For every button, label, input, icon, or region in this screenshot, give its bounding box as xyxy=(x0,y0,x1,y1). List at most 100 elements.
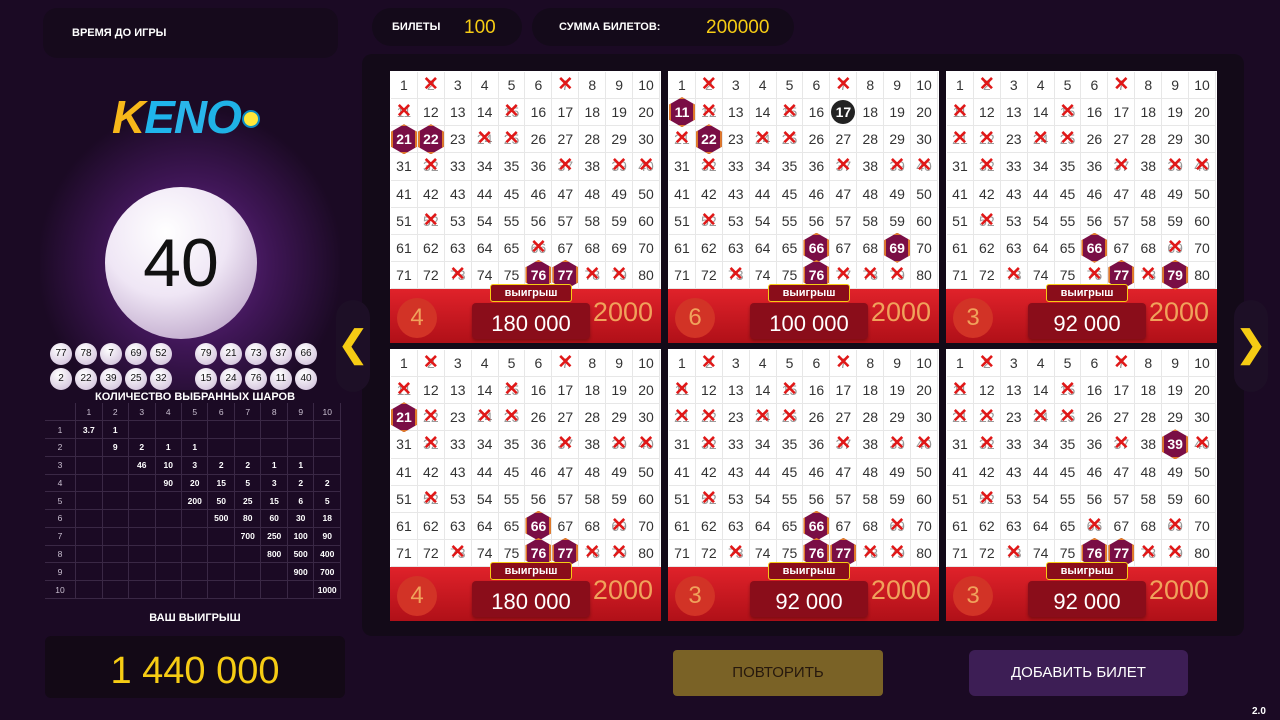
ticket-cell[interactable]: 48 xyxy=(857,458,885,486)
ticket-cell[interactable]: 18 xyxy=(1135,377,1163,405)
ticket-cell[interactable]: 16 xyxy=(1081,99,1109,127)
ticket-cell[interactable]: 70 xyxy=(911,234,938,262)
ticket-cell[interactable]: 60 xyxy=(633,485,660,513)
ticket-cell[interactable]: 26 xyxy=(803,404,831,432)
ticket-cell[interactable]: 6 xyxy=(803,72,831,100)
add-ticket-button[interactable]: ДОБАВИТЬ БИЛЕТ xyxy=(969,650,1188,696)
ticket-cell[interactable]: 71 xyxy=(391,539,418,567)
ticket-cell-crossed[interactable]: 40 xyxy=(633,430,660,459)
ticket-cell[interactable]: 30 xyxy=(1189,404,1216,432)
ticket-cell[interactable]: 53 xyxy=(1000,207,1028,235)
ticket-cell-crossed[interactable]: 40 xyxy=(1189,152,1216,181)
ticket-cell[interactable]: 19 xyxy=(884,377,912,405)
ticket-cell[interactable]: 59 xyxy=(884,207,912,235)
ticket-cell[interactable]: 72 xyxy=(417,261,445,289)
ticket-cell[interactable]: 54 xyxy=(471,485,499,513)
ticket-cell[interactable]: 30 xyxy=(1189,126,1216,154)
ticket-cell[interactable]: 51 xyxy=(947,207,974,235)
ticket-cell-crossed[interactable]: 73 xyxy=(1000,539,1028,567)
ticket-cell-crossed[interactable]: 24 xyxy=(471,125,499,154)
ticket-card[interactable]: 1234567891011121314151617181920212223242… xyxy=(390,71,661,343)
ticket-cell[interactable]: 23 xyxy=(722,126,750,154)
ticket-cell[interactable]: 68 xyxy=(579,234,607,262)
ticket-cell[interactable]: 48 xyxy=(1135,458,1163,486)
ticket-cell-crossed[interactable]: 32 xyxy=(973,430,1001,459)
ticket-cell[interactable]: 44 xyxy=(1027,180,1055,208)
ticket-cell[interactable]: 18 xyxy=(1135,99,1163,127)
ticket-cell-crossed[interactable]: 66 xyxy=(525,234,553,262)
ticket-cell-crossed[interactable]: 2 xyxy=(695,71,723,100)
ticket-cell[interactable]: 3 xyxy=(1000,350,1028,378)
ticket-cell[interactable]: 8 xyxy=(579,72,607,100)
ticket-cell-crossed[interactable]: 15 xyxy=(776,376,804,405)
ticket-cell[interactable]: 55 xyxy=(498,485,526,513)
ticket-cell[interactable]: 55 xyxy=(498,207,526,235)
ticket-cell[interactable]: 1 xyxy=(391,72,418,100)
ticket-cell[interactable]: 65 xyxy=(498,234,526,262)
ticket-cell[interactable]: 29 xyxy=(884,126,912,154)
ticket-cell[interactable]: 34 xyxy=(749,431,777,459)
ticket-cell[interactable]: 18 xyxy=(857,377,885,405)
ticket-cell[interactable]: 20 xyxy=(1189,99,1216,127)
ticket-cell-crossed[interactable]: 66 xyxy=(1081,512,1109,540)
ticket-cell[interactable]: 35 xyxy=(1054,431,1082,459)
ticket-cell[interactable]: 60 xyxy=(911,207,938,235)
ticket-cell-crossed[interactable]: 25 xyxy=(498,403,526,432)
ticket-cell[interactable]: 71 xyxy=(669,261,696,289)
ticket-cell-crossed[interactable]: 73 xyxy=(1000,261,1028,289)
ticket-cell[interactable]: 44 xyxy=(749,180,777,208)
ticket-cell[interactable]: 67 xyxy=(1108,234,1136,262)
ticket-cell[interactable]: 13 xyxy=(1000,377,1028,405)
ticket-cell[interactable]: 9 xyxy=(1162,350,1190,378)
ticket-cell-crossed[interactable]: 39 xyxy=(606,152,634,181)
ticket-cell[interactable]: 12 xyxy=(417,99,445,127)
ticket-cell[interactable]: 50 xyxy=(911,180,938,208)
ticket-cell-crossed[interactable]: 25 xyxy=(776,125,804,154)
ticket-cell[interactable]: 8 xyxy=(579,350,607,378)
ticket-cell-crossed[interactable]: 73 xyxy=(722,261,750,289)
ticket-cell[interactable]: 31 xyxy=(669,431,696,459)
ticket-cell[interactable]: 19 xyxy=(606,377,634,405)
ticket-cell[interactable]: 68 xyxy=(857,234,885,262)
ticket-cell[interactable]: 72 xyxy=(695,261,723,289)
ticket-cell[interactable]: 8 xyxy=(857,350,885,378)
ticket-cell-crossed[interactable]: 24 xyxy=(749,125,777,154)
ticket-cell[interactable]: 20 xyxy=(911,99,938,127)
ticket-cell[interactable]: 46 xyxy=(803,458,831,486)
ticket-cell[interactable]: 42 xyxy=(973,458,1001,486)
ticket-cell[interactable]: 33 xyxy=(722,153,750,181)
ticket-cell[interactable]: 1 xyxy=(391,350,418,378)
ticket-cell[interactable]: 50 xyxy=(911,458,938,486)
ticket-cell[interactable]: 26 xyxy=(803,126,831,154)
ticket-cell[interactable]: 14 xyxy=(471,377,499,405)
ticket-cell[interactable]: 59 xyxy=(1162,485,1190,513)
ticket-cell[interactable]: 46 xyxy=(525,180,553,208)
ticket-card[interactable]: 1234567891011121314151617181920212223242… xyxy=(390,349,661,621)
ticket-cell[interactable]: 57 xyxy=(1108,207,1136,235)
ticket-cell-crossed[interactable]: 32 xyxy=(973,152,1001,181)
ticket-cell-crossed[interactable]: 7 xyxy=(830,71,858,100)
ticket-cell[interactable]: 50 xyxy=(633,180,660,208)
ticket-cell[interactable]: 28 xyxy=(579,126,607,154)
ticket-cell[interactable]: 3 xyxy=(444,72,472,100)
ticket-cell[interactable]: 51 xyxy=(669,207,696,235)
ticket-cell[interactable]: 27 xyxy=(830,126,858,154)
ticket-cell[interactable]: 80 xyxy=(1189,539,1216,567)
ticket-cell-crossed[interactable]: 37 xyxy=(1108,430,1136,459)
ticket-cell[interactable]: 41 xyxy=(669,458,696,486)
ticket-cell[interactable]: 34 xyxy=(471,153,499,181)
ticket-cell-crossed[interactable]: 2 xyxy=(973,349,1001,378)
ticket-cell-crossed[interactable]: 40 xyxy=(1189,430,1216,459)
ticket-cell[interactable]: 54 xyxy=(1027,207,1055,235)
ticket-cell[interactable]: 33 xyxy=(444,431,472,459)
ticket-cell[interactable]: 35 xyxy=(498,431,526,459)
ticket-cell[interactable]: 35 xyxy=(498,153,526,181)
ticket-cell[interactable]: 42 xyxy=(695,180,723,208)
ticket-cell[interactable]: 13 xyxy=(722,377,750,405)
ticket-cell-crossed[interactable]: 37 xyxy=(830,430,858,459)
ticket-cell[interactable]: 16 xyxy=(525,377,553,405)
ticket-cell[interactable]: 27 xyxy=(552,404,580,432)
ticket-cell[interactable]: 3 xyxy=(722,72,750,100)
ticket-cell[interactable]: 26 xyxy=(525,404,553,432)
ticket-cell-crossed[interactable]: 11 xyxy=(391,376,418,405)
